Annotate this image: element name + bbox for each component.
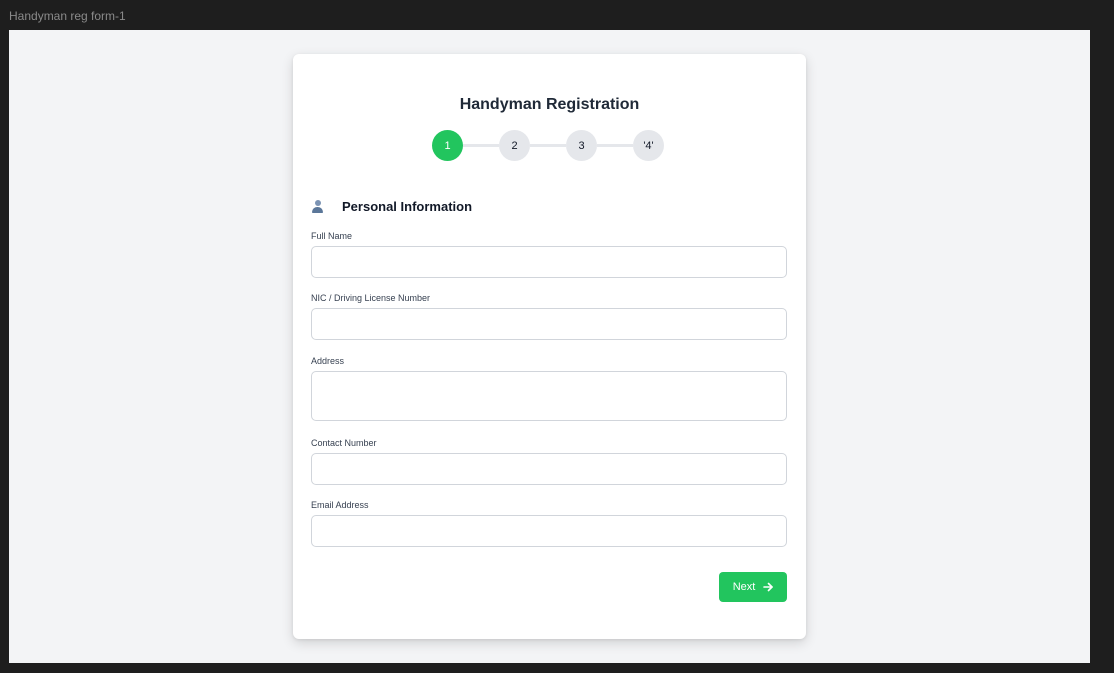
address-textarea[interactable]: [311, 371, 787, 421]
form-title: Handyman Registration: [459, 96, 640, 113]
stepper: 1 2 3 '4': [432, 130, 664, 161]
section-header: Personal Information: [311, 197, 472, 215]
section-title: Personal Information: [342, 198, 473, 214]
next-button[interactable]: Next: [719, 572, 787, 602]
step-1: 1: [432, 130, 463, 161]
contact-number-input[interactable]: [311, 453, 787, 485]
nic-label: NIC / Driving License Number: [311, 293, 431, 303]
step-2: 2: [499, 130, 530, 161]
email-input[interactable]: [311, 515, 787, 547]
next-button-label: Next: [732, 581, 756, 593]
email-label: Email Address: [311, 500, 369, 510]
address-label: Address: [311, 356, 345, 366]
frame-label: Handyman reg form-1: [9, 9, 126, 23]
full-name-label: Full Name: [311, 231, 353, 241]
step-connector: [463, 144, 499, 147]
user-icon: [311, 199, 324, 213]
nic-input[interactable]: [311, 308, 787, 340]
full-name-input[interactable]: [311, 246, 787, 278]
step-connector: [597, 144, 633, 147]
registration-card: Handyman Registration 1 2 3 '4' Personal…: [293, 54, 806, 639]
arrow-right-icon: [763, 582, 774, 592]
step-4: '4': [633, 130, 664, 161]
contact-label: Contact Number: [311, 438, 377, 448]
step-3: 3: [566, 130, 597, 161]
step-connector: [530, 144, 566, 147]
canvas: Handyman Registration 1 2 3 '4' Personal…: [9, 30, 1090, 663]
